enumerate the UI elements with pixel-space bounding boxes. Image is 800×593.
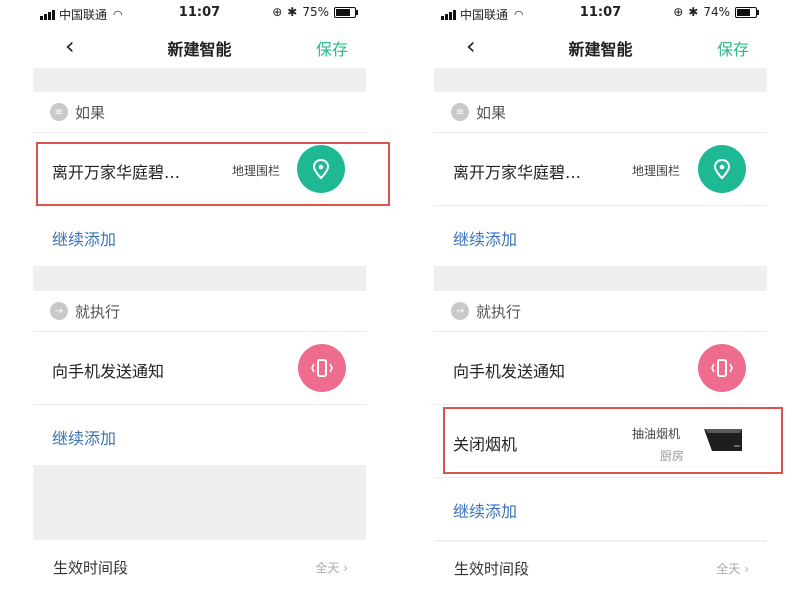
effective-time-value: 全天 › <box>315 559 348 576</box>
battery-percent: 74% <box>703 5 730 19</box>
chevron-right-icon: › <box>744 562 749 576</box>
location-pin-icon <box>698 145 746 193</box>
divider <box>33 68 366 92</box>
if-section-label: 如果 <box>476 103 507 122</box>
condition-row[interactable]: 离开万家华庭碧… 地理围栏 <box>434 133 767 206</box>
then-continue-link[interactable]: 继续添加 <box>453 498 517 522</box>
save-button[interactable]: 保存 <box>316 36 348 60</box>
battery-percent: 75% <box>302 5 329 19</box>
phone-screen-left: 中国联通 ◠ 11:07 ⊕ ✱ 75% ‹ 新建智能 保存 ≡ 如果 离开万家… <box>33 0 366 593</box>
status-bar: 中国联通 ◠ 11:07 ⊕ ✱ 75% <box>33 0 366 26</box>
highlight-box-hood-action <box>443 407 783 474</box>
phone-vibrate-icon <box>298 344 346 392</box>
condition-type: 地理围栏 <box>632 164 681 178</box>
action-notify-title: 向手机发送通知 <box>52 362 165 381</box>
then-section-label: 就执行 <box>75 302 121 321</box>
list-icon: ≡ <box>50 103 68 121</box>
if-section-label: 如果 <box>75 103 106 122</box>
effective-time-value-text: 全天 <box>716 562 741 576</box>
chevron-right-icon: › <box>343 561 348 575</box>
phone-vibrate-icon <box>698 344 746 392</box>
effective-time-label: 生效时间段 <box>53 559 129 577</box>
battery-level <box>737 8 750 16</box>
then-section-header: → 就执行 <box>434 291 767 332</box>
rotation-lock-icon: ⊕ <box>272 5 283 19</box>
if-section-header: ≡ 如果 <box>33 92 366 133</box>
nav-bar: ‹ 新建智能 保存 <box>434 26 767 68</box>
then-continue-row[interactable]: 继续添加 <box>33 405 366 466</box>
if-continue-link[interactable]: 继续添加 <box>52 226 116 250</box>
battery-level <box>336 8 350 16</box>
battery-icon <box>735 6 759 18</box>
nav-bar: ‹ 新建智能 保存 <box>33 26 366 68</box>
status-bar: 中国联通 ◠ 11:07 ⊕ ✱ 74% <box>434 0 767 26</box>
if-continue-link[interactable]: 继续添加 <box>453 226 517 250</box>
if-continue-row[interactable]: 继续添加 <box>434 206 767 267</box>
if-continue-row[interactable]: 继续添加 <box>33 206 366 267</box>
highlight-box-condition <box>36 142 390 206</box>
then-continue-row[interactable]: 继续添加 <box>434 478 767 541</box>
then-continue-link[interactable]: 继续添加 <box>52 425 116 449</box>
action-notify-title: 向手机发送通知 <box>453 362 566 381</box>
arrow-right-icon: → <box>451 302 469 320</box>
divider <box>33 267 366 291</box>
then-section-label: 就执行 <box>476 302 522 321</box>
bluetooth-icon: ✱ <box>688 5 699 19</box>
then-section-header: → 就执行 <box>33 291 366 332</box>
divider <box>33 466 366 540</box>
phone-screen-right: 中国联通 ◠ 11:07 ⊕ ✱ 74% ‹ 新建智能 保存 ≡ 如果 离开万家… <box>434 0 767 593</box>
effective-time-value: 全天 › <box>716 560 749 577</box>
effective-time-row[interactable]: 生效时间段 全天 › <box>434 542 767 593</box>
list-icon: ≡ <box>451 103 469 121</box>
action-notify-row[interactable]: 向手机发送通知 <box>434 332 767 405</box>
bluetooth-icon: ✱ <box>287 5 298 19</box>
divider <box>434 68 767 92</box>
effective-time-value-text: 全天 <box>315 561 340 575</box>
battery-icon <box>334 6 358 18</box>
save-button[interactable]: 保存 <box>717 36 749 60</box>
if-section-header: ≡ 如果 <box>434 92 767 133</box>
condition-title: 离开万家华庭碧… <box>453 163 582 182</box>
divider <box>434 267 767 291</box>
action-notify-row[interactable]: 向手机发送通知 <box>33 332 366 405</box>
effective-time-row[interactable]: 生效时间段 全天 › <box>33 541 366 593</box>
effective-time-label: 生效时间段 <box>454 560 530 578</box>
rotation-lock-icon: ⊕ <box>673 5 684 19</box>
arrow-right-icon: → <box>50 302 68 320</box>
